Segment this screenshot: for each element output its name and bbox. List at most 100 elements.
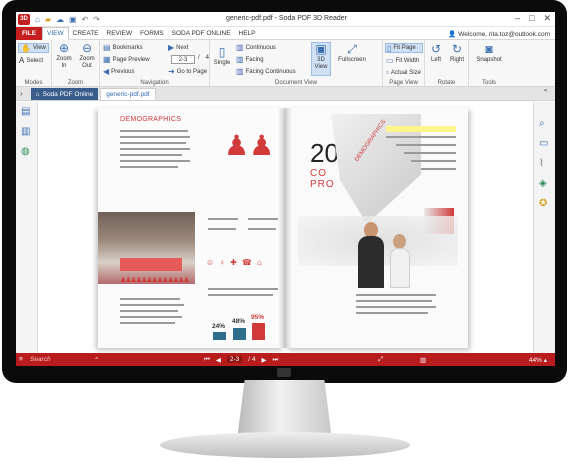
bookmarks-icon: ▤	[103, 43, 111, 52]
zoom-in-button[interactable]: ⊕ Zoom In	[54, 42, 74, 70]
close-icon[interactable]: ✕	[543, 13, 551, 24]
people-icons: ♟♟♟♟♟♟♟♟♟♟♟♟♟	[120, 277, 190, 284]
previous-button[interactable]: ◀ Previous	[103, 67, 135, 76]
sidebar-toggle-icon[interactable]: ›	[20, 89, 23, 98]
collapse-icon[interactable]: ⌃	[542, 88, 549, 97]
3d-view-icon: ▣	[315, 42, 327, 56]
text-line	[208, 218, 238, 220]
3d-view-button[interactable]: ▣ 3D View	[311, 42, 331, 76]
redo-icon[interactable]: ↷	[93, 15, 100, 24]
undo-icon[interactable]: ↶	[82, 15, 89, 24]
facing-view-button[interactable]: ▥ Facing	[236, 55, 264, 64]
globe-icon[interactable]: ◍	[21, 146, 30, 157]
quick-access-toolbar: 3D ⌂ ▰ ☁ ▣ ↶ ↷	[16, 13, 100, 25]
text-line	[356, 306, 436, 308]
select-mode-button[interactable]: A Select	[19, 56, 43, 65]
file-menu[interactable]: FILE	[16, 26, 42, 40]
next-icon: ▶	[168, 43, 175, 52]
maximize-icon[interactable]: □	[529, 13, 534, 24]
comments-icon[interactable]: ▭	[539, 138, 548, 149]
search-icon[interactable]: ⌕	[539, 118, 545, 129]
go-to-page-button[interactable]: ➜ Go to Page	[168, 67, 207, 76]
tab-create[interactable]: CREATE	[69, 27, 103, 40]
group-label: Page View	[389, 80, 418, 86]
home-icon[interactable]: ⌂	[35, 15, 40, 24]
fit-width-button[interactable]: ▭ Fit Width	[386, 56, 419, 65]
text-line	[120, 148, 190, 150]
go-to-page-icon: ➜	[168, 67, 175, 76]
text-line	[120, 298, 180, 300]
last-page-icon[interactable]: ⏭	[273, 356, 279, 364]
next-button[interactable]: ▶ Next	[168, 43, 189, 52]
certificate-icon[interactable]: ✪	[539, 198, 547, 209]
tab-forms[interactable]: FORMS	[136, 27, 167, 40]
zoom-out-button[interactable]: ⊖ Zoom Out	[76, 42, 98, 70]
view-mode-button[interactable]: ✋ View	[18, 43, 49, 53]
document-canvas[interactable]: DEMOGRAPHICS ♟♟ ♟♟♟♟♟♟♟♟♟♟♟♟♟ ☺♀✚☎⌂ 24% …	[38, 102, 533, 353]
highlight	[386, 126, 456, 132]
menu-icon[interactable]: ≡	[19, 356, 23, 363]
continuous-view-button[interactable]: ▥ Continuous	[236, 43, 276, 52]
stat-percent-3: 95%	[251, 314, 265, 321]
snapshot-button[interactable]: ◙ Snapshot	[472, 43, 506, 64]
zoom-level[interactable]: 44% ▴	[529, 356, 547, 364]
fullscreen-button[interactable]: ⤢ Fullscreen	[335, 43, 369, 64]
group-navigation: ▤ Bookmarks ▦ Page Preview ◀ Previous ▶ Next…	[100, 40, 210, 87]
facing-continuous-view-button[interactable]: ▥ Facing Continuous	[236, 67, 296, 76]
group-zoom: ⊕ Zoom In ⊖ Zoom Out Zoom	[52, 40, 100, 87]
text-line	[208, 288, 278, 290]
next-page-icon[interactable]: ▶	[262, 356, 267, 364]
page-preview-icon: ▦	[103, 55, 111, 64]
save-icon[interactable]: ▣	[69, 15, 77, 24]
page-number-input[interactable]: 2-3	[171, 55, 195, 64]
group-page-view: ▯ Fit Page ▭ Fit Width ▫ Actual Size Page V…	[383, 40, 425, 87]
bookmarks-icon[interactable]: ▥	[21, 126, 30, 137]
page-navigation: ⏮ ◀ 2-3 / 4 ▶ ⏭	[204, 356, 278, 364]
tab-soda-pdf-online-home[interactable]: ⌂ Soda PDF Online	[30, 88, 99, 100]
actual-size-button[interactable]: ▫ Actual Size	[386, 68, 421, 77]
group-label: Zoom	[67, 80, 84, 86]
text-line	[120, 304, 184, 306]
book-icon[interactable]: ▥	[420, 356, 426, 364]
tab-soda-pdf-online[interactable]: SODA PDF ONLINE	[168, 27, 235, 40]
group-label: Navigation	[140, 80, 169, 86]
stat-percent-2: 48%	[232, 318, 246, 325]
monitor-base	[160, 432, 410, 458]
fit-icon[interactable]: ⤢	[378, 356, 383, 364]
rotate-right-button[interactable]: ↻ Right	[447, 43, 467, 64]
text-line	[421, 168, 456, 170]
minimize-icon[interactable]: –	[515, 13, 520, 24]
text-line	[248, 228, 276, 230]
text-line	[396, 144, 456, 146]
folder-icon[interactable]: ▰	[45, 15, 51, 24]
ribbon: ✋ View A Select Modes ⊕ Zoom In ⊖ Zoom Out Z…	[16, 40, 555, 87]
bookmarks-button[interactable]: ▤ Bookmarks	[103, 43, 143, 52]
fit-page-icon: ▯	[387, 43, 392, 53]
single-view-button[interactable]: ▯ Single	[212, 46, 232, 67]
attachment-icon[interactable]: ⌇	[539, 158, 544, 169]
window-title: generic-pdf.pdf - Soda PDF 3D Reader	[226, 15, 348, 22]
layers-icon[interactable]: ◈	[539, 178, 547, 189]
page-heading: DEMOGRAPHICS	[120, 116, 182, 123]
rotate-left-button[interactable]: ↺ Left	[427, 43, 445, 64]
cloud-icon[interactable]: ☁	[56, 15, 64, 24]
prev-page-icon[interactable]: ◀	[216, 356, 221, 364]
user-account[interactable]: 👤 Welcome, rita.toz@outlook.com	[448, 30, 550, 38]
fit-page-button[interactable]: ▯ Fit Page	[385, 43, 423, 53]
tab-view[interactable]: VIEW	[42, 26, 69, 40]
search-field[interactable]: Search	[30, 356, 51, 363]
rotate-left-icon: ↺	[430, 42, 442, 56]
page-preview-button[interactable]: ▦ Page Preview	[103, 55, 150, 64]
hand-icon: ✋	[21, 43, 31, 53]
chevron-up-icon[interactable]: ⌃	[94, 356, 99, 364]
text-line	[356, 294, 436, 296]
book-spine	[278, 108, 292, 348]
first-page-icon[interactable]: ⏮	[204, 356, 210, 364]
status-page-input[interactable]: 2-3	[226, 356, 243, 363]
tab-help[interactable]: HELP	[235, 27, 260, 40]
page-separator: / 4	[198, 55, 210, 61]
thumbnails-icon[interactable]: ▤	[21, 106, 30, 117]
tab-document[interactable]: generic-pdf.pdf	[100, 88, 156, 100]
tab-review[interactable]: REVIEW	[103, 27, 137, 40]
office-photo	[98, 212, 195, 284]
